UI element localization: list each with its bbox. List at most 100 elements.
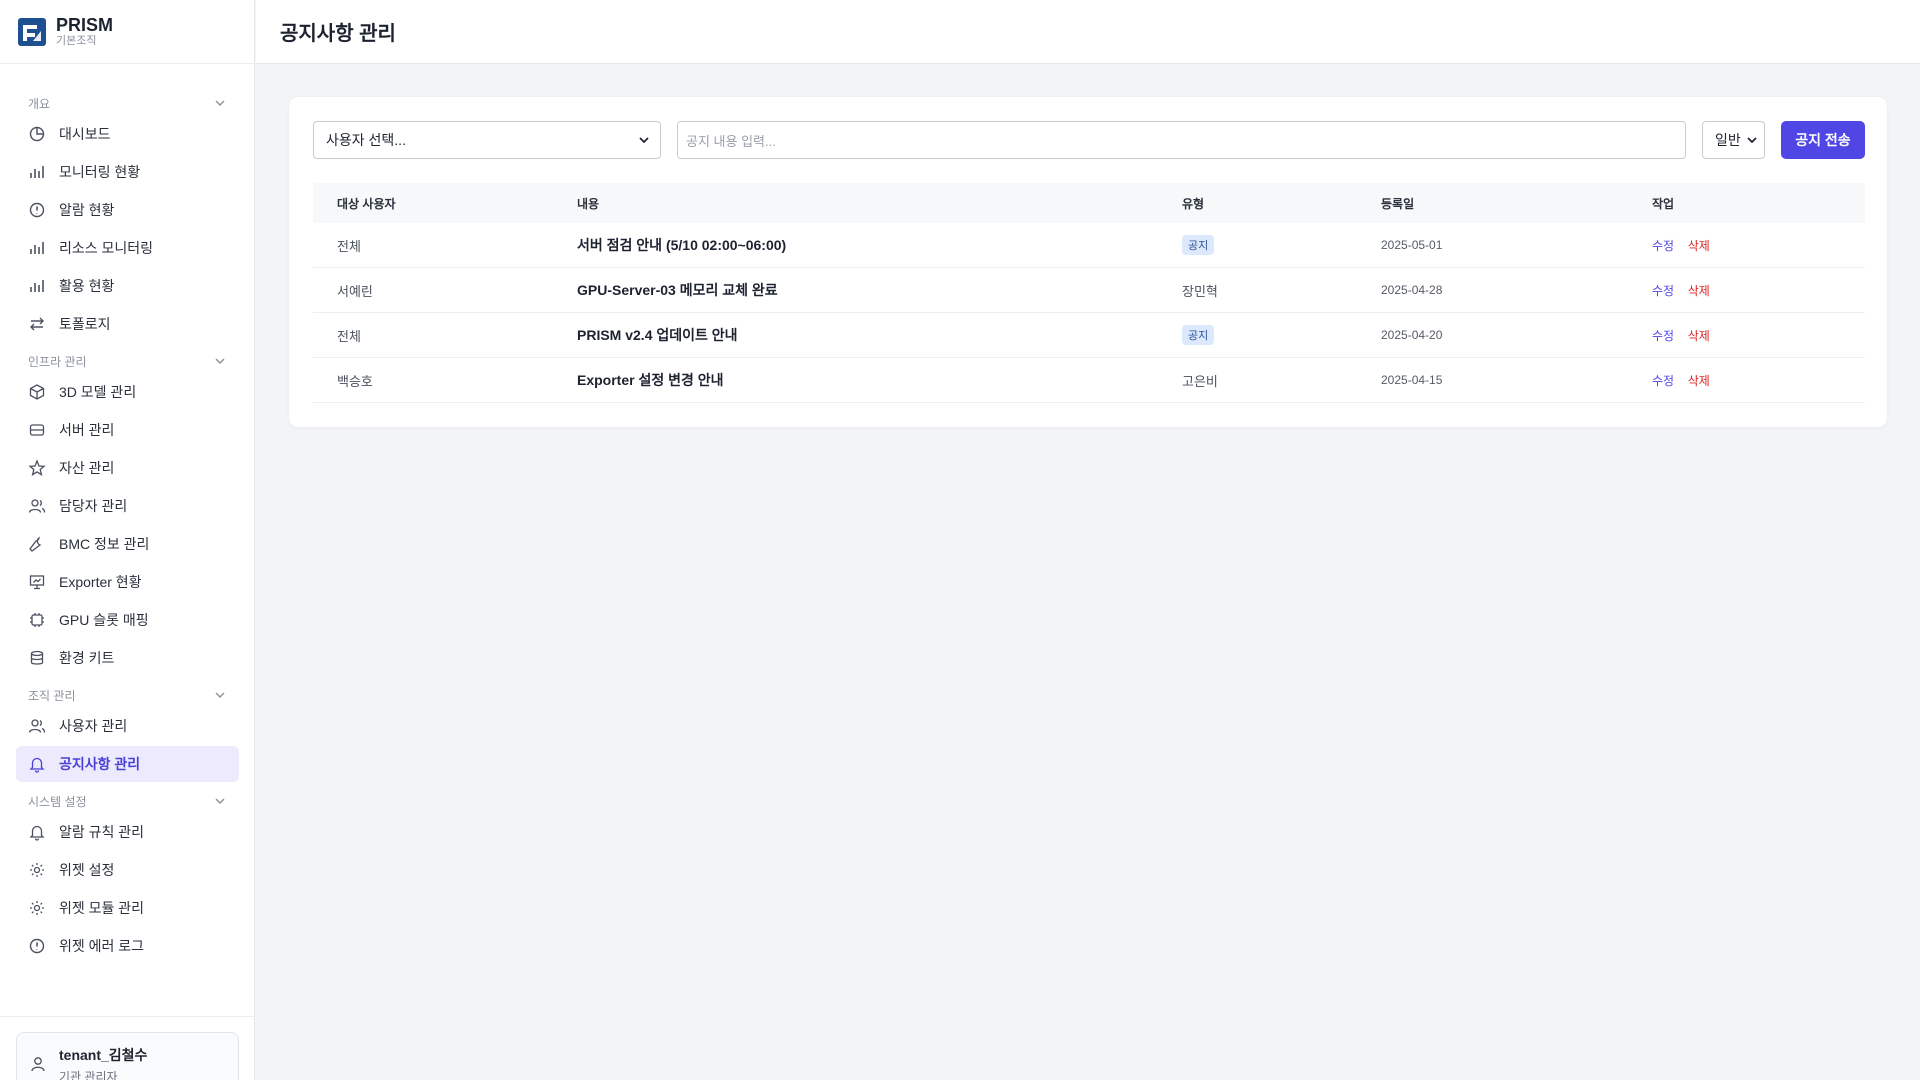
sidebar-item-widget-modules[interactable]: 위젯 모듈 관리	[16, 890, 239, 926]
sidebar-item-dashboard[interactable]: 대시보드	[16, 116, 239, 152]
nav-group-system[interactable]: 시스템 설정	[16, 788, 239, 814]
type-badge: 공지	[1182, 325, 1215, 345]
table-row: 전체 서버 점검 안내 (5/10 02:00~06:00) 공지 2025-0…	[313, 223, 1865, 268]
sidebar-item-label: BMC 정보 관리	[59, 536, 150, 552]
chevron-down-icon	[215, 100, 225, 106]
sidebar-item-alarm-rules[interactable]: 알람 규칙 관리	[16, 814, 239, 850]
sidebar-item-3d-model[interactable]: 3D 모델 관리	[16, 374, 239, 410]
edit-link[interactable]: 수정	[1652, 284, 1674, 298]
bar-chart-icon	[30, 280, 44, 292]
cell-target: 전체	[337, 238, 361, 254]
sidebar-item-label: Exporter 현황	[59, 574, 142, 590]
bell-icon	[29, 757, 45, 773]
sidebar-item-label: 토폴로지	[59, 316, 111, 332]
brand-name: PRISM	[56, 14, 114, 35]
table-row: 전체 PRISM v2.4 업데이트 안내 공지 2025-04-20 수정 삭…	[313, 313, 1865, 358]
sidebar-item-label: 위젯 에러 로그	[59, 938, 145, 954]
notice-toolbar: 사용자 선택... 공지 내용 입력... 일반 공지 전송	[313, 121, 1865, 159]
delete-link[interactable]: 삭제	[1688, 284, 1710, 298]
nav-group-label: 시스템 설정	[28, 794, 87, 809]
sidebar-item-assets[interactable]: 자산 관리	[16, 450, 239, 486]
sidebar-item-label: 위젯 모듈 관리	[59, 900, 145, 916]
users-icon	[28, 499, 46, 513]
edit-link[interactable]: 수정	[1652, 374, 1674, 388]
sidebar-item-alarms[interactable]: 알람 현황	[16, 192, 239, 228]
pie-chart-icon	[29, 126, 45, 142]
sidebar-item-label: 자산 관리	[59, 460, 115, 476]
sidebar-item-notices[interactable]: 공지사항 관리	[16, 746, 239, 782]
sidebar-item-monitoring[interactable]: 모니터링 현황	[16, 154, 239, 190]
sidebar-item-label: 서버 관리	[59, 422, 115, 438]
cell-content: GPU-Server-03 메모리 교체 완료	[577, 282, 778, 298]
cell-content: 서버 점검 안내 (5/10 02:00~06:00)	[577, 237, 787, 253]
users-icon	[28, 719, 46, 733]
notice-content-input[interactable]: 공지 내용 입력...	[677, 121, 1686, 159]
sidebar-item-env-kit[interactable]: 환경 키트	[16, 640, 239, 676]
delete-link[interactable]: 삭제	[1688, 374, 1710, 388]
sidebar-item-users[interactable]: 사용자 관리	[16, 708, 239, 744]
sidebar-item-label: GPU 슬롯 매핑	[59, 612, 149, 628]
sidebar-item-label: 위젯 설정	[59, 862, 115, 878]
sidebar-item-label: 알람 현황	[59, 202, 115, 218]
cell-content: Exporter 설정 변경 안내	[577, 372, 724, 388]
gear-icon	[30, 901, 44, 915]
alert-circle-icon	[29, 938, 45, 954]
presentation-chart-icon	[29, 575, 45, 590]
column-header-date: 등록일	[1381, 196, 1415, 211]
delete-link[interactable]: 삭제	[1688, 329, 1710, 343]
sidebar-item-widget-error-log[interactable]: 위젯 에러 로그	[16, 928, 239, 964]
sidebar-item-label: 환경 키트	[59, 650, 115, 666]
nav-group-label: 조직 관리	[28, 688, 76, 703]
column-header-actions: 작업	[1652, 196, 1675, 211]
user-select[interactable]: 사용자 선택...	[313, 121, 661, 159]
send-notice-button[interactable]: 공지 전송	[1781, 121, 1865, 159]
user-name: tenant_김철수	[59, 1047, 148, 1063]
chevron-down-icon	[639, 137, 649, 144]
sidebar-item-servers[interactable]: 서버 관리	[16, 412, 239, 448]
column-header-type: 유형	[1182, 196, 1205, 211]
nav-group-overview[interactable]: 개요	[16, 90, 239, 116]
sidebar-item-managers[interactable]: 담당자 관리	[16, 488, 239, 524]
bell-icon	[29, 825, 45, 841]
cell-target: 서예린	[337, 283, 373, 299]
nav-group-label: 인프라 관리	[28, 354, 87, 369]
sidebar-item-resource-monitoring[interactable]: 리소스 모니터링	[16, 230, 239, 266]
chevron-down-icon	[215, 692, 225, 698]
sidebar-item-label: 리소스 모니터링	[59, 240, 154, 256]
sidebar: PRISM 기본조직 개요 대시보드 모니터링 현황 알람 현황 리소스 모니터…	[0, 0, 255, 1080]
table-header: 대상 사용자 내용 유형 등록일 작업	[313, 183, 1865, 223]
server-icon	[29, 424, 45, 436]
notice-table: 대상 사용자 내용 유형 등록일 작업 전체 서버 점검 안내 (5/10 02…	[313, 183, 1865, 403]
brand[interactable]: PRISM 기본조직	[0, 0, 254, 64]
gear-icon	[30, 863, 44, 877]
database-icon	[30, 650, 44, 665]
sidebar-item-topology[interactable]: 토폴로지	[16, 306, 239, 342]
page-title: 공지사항 관리	[280, 23, 396, 45]
cell-type: 장민혁	[1182, 283, 1218, 299]
edit-link[interactable]: 수정	[1652, 239, 1674, 253]
column-header-target: 대상 사용자	[337, 196, 396, 211]
nav-group-infra[interactable]: 인프라 관리	[16, 348, 239, 374]
sidebar-item-widget-settings[interactable]: 위젯 설정	[16, 852, 239, 888]
cube-icon	[29, 384, 45, 400]
sidebar-item-gpu-slot[interactable]: GPU 슬롯 매핑	[16, 602, 239, 638]
delete-link[interactable]: 삭제	[1688, 239, 1710, 253]
sidebar-item-exporter[interactable]: Exporter 현황	[16, 564, 239, 600]
notice-type-select[interactable]: 일반	[1702, 121, 1765, 159]
arrows-swap-icon	[30, 317, 44, 331]
chevron-down-icon	[215, 798, 225, 804]
edit-link[interactable]: 수정	[1652, 329, 1674, 343]
sidebar-divider	[0, 1016, 255, 1017]
sidebar-item-label: 사용자 관리	[59, 718, 128, 734]
sidebar-item-usage[interactable]: 활용 현황	[16, 268, 239, 304]
nav-group-label: 개요	[28, 96, 51, 111]
user-select-value: 사용자 선택...	[326, 132, 406, 148]
nav-group-org[interactable]: 조직 관리	[16, 682, 239, 708]
cell-date: 2025-04-15	[1381, 373, 1443, 387]
sidebar-item-label: 3D 모델 관리	[59, 384, 137, 400]
sidebar-item-label: 담당자 관리	[59, 498, 128, 514]
column-header-content: 내용	[577, 196, 600, 211]
user-profile-card[interactable]: tenant_김철수 기관 관리자	[16, 1032, 239, 1080]
sidebar-item-bmc[interactable]: BMC 정보 관리	[16, 526, 239, 562]
sidebar-item-label: 대시보드	[59, 126, 111, 142]
